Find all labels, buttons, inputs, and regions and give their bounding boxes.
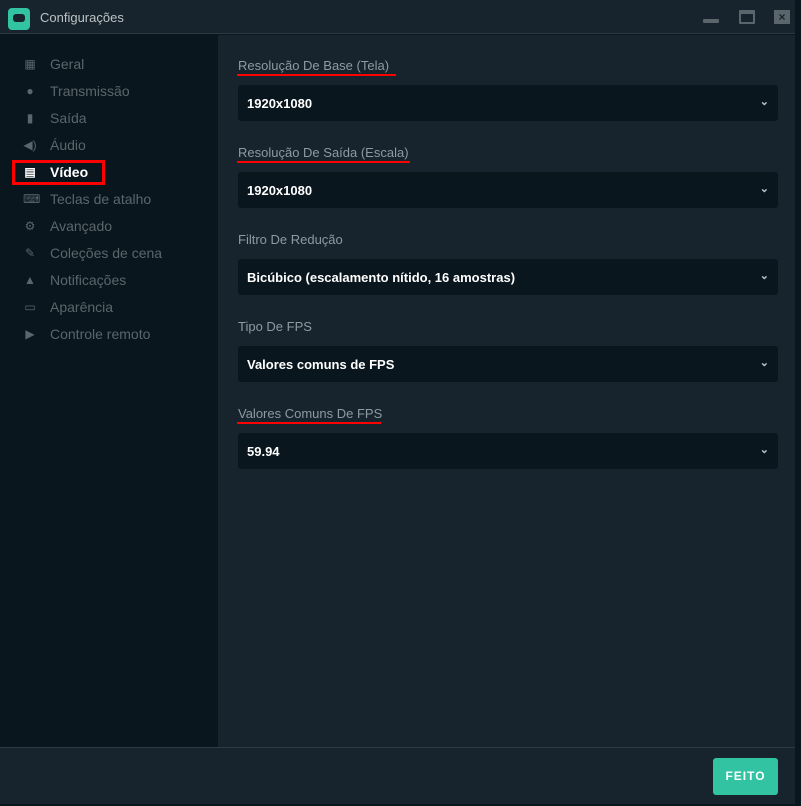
annotation-underline <box>237 161 410 163</box>
select-value: Bicúbico (escalamento nítido, 16 amostra… <box>247 270 515 285</box>
select-value: Valores comuns de FPS <box>247 357 394 372</box>
sidebar-item-notificacoes[interactable]: ▲ Notificações <box>0 267 218 293</box>
footer <box>0 747 795 804</box>
sidebar-item-colecoes-de-cena[interactable]: ✎ Coleções de cena <box>0 240 218 266</box>
sidebar-item-label: Áudio <box>50 137 86 153</box>
field-select[interactable]: Bicúbico (escalamento nítido, 16 amostra… <box>238 259 778 295</box>
field-label: Filtro De Redução <box>238 232 343 247</box>
sidebar-item-label: Aparência <box>50 299 113 315</box>
sidebar-item-avancado[interactable]: ⚙ Avançado <box>0 213 218 239</box>
field-select[interactable]: 1920x1080 ⌄ <box>238 172 778 208</box>
sidebar-item-aparencia[interactable]: ▭ Aparência <box>0 294 218 320</box>
window-title: Configurações <box>40 10 124 25</box>
warning-icon: ▲ <box>23 273 37 287</box>
maximize-button[interactable] <box>739 10 755 24</box>
chevron-down-icon: ⌄ <box>760 95 769 108</box>
sidebar-item-label: Controle remoto <box>50 326 150 342</box>
sidebar-item-label: Avançado <box>50 218 112 234</box>
field-select[interactable]: 59.94 ⌄ <box>238 433 778 469</box>
sidebar-item-geral[interactable]: ▦ Geral <box>0 51 218 77</box>
chevron-down-icon: ⌄ <box>760 356 769 369</box>
sidebar-item-teclas-de-atalho[interactable]: ⌨ Teclas de atalho <box>0 186 218 212</box>
globe-icon: ● <box>23 84 37 98</box>
chevron-down-icon: ⌄ <box>760 182 769 195</box>
grid-icon: ▦ <box>23 57 37 71</box>
speaker-icon: ◀) <box>23 138 37 152</box>
background-edge <box>795 0 801 806</box>
annotation-underline <box>237 74 396 76</box>
gears-icon: ⚙ <box>23 219 37 233</box>
select-value: 1920x1080 <box>247 183 312 198</box>
sidebar-item-label: Saída <box>50 110 87 126</box>
field-label: Resolução De Base (Tela) <box>238 58 389 73</box>
sidebar-item-saida[interactable]: ▮ Saída <box>0 105 218 131</box>
sidebar-item-label: Transmissão <box>50 83 130 99</box>
field-select[interactable]: Valores comuns de FPS ⌄ <box>238 346 778 382</box>
minimize-button[interactable] <box>703 19 719 23</box>
field-label: Tipo De FPS <box>238 319 312 334</box>
sidebar-item-transmissao[interactable]: ● Transmissão <box>0 78 218 104</box>
select-value: 59.94 <box>247 444 280 459</box>
chevron-down-icon: ⌄ <box>760 269 769 282</box>
annotation-highlight-box <box>12 160 105 185</box>
sidebar-item-label: Notificações <box>50 272 126 288</box>
magic-icon: ✎ <box>23 246 37 260</box>
sidebar-item-label: Geral <box>50 56 84 72</box>
annotation-underline <box>237 422 381 424</box>
field-label: Valores Comuns De FPS <box>238 406 382 421</box>
chip-icon: ▮ <box>23 111 37 125</box>
settings-content <box>218 35 795 747</box>
play-circle-icon: ▶ <box>23 327 37 341</box>
monitor-icon: ▭ <box>23 300 37 314</box>
settings-sidebar: ▦Geral●Transmissão▮Saída◀)Áudio▤Vídeo⌨Te… <box>0 35 218 747</box>
sidebar-item-controle-remoto[interactable]: ▶ Controle remoto <box>0 321 218 347</box>
sidebar-item-audio[interactable]: ◀) Áudio <box>0 132 218 158</box>
field-label: Resolução De Saída (Escala) <box>238 145 409 160</box>
sidebar-item-label: Teclas de atalho <box>50 191 151 207</box>
app-logo-icon <box>8 8 30 30</box>
keyboard-icon: ⌨ <box>23 192 37 206</box>
title-bar: Configurações × <box>0 0 795 34</box>
done-button[interactable]: FEITO <box>713 758 778 795</box>
chevron-down-icon: ⌄ <box>760 443 769 456</box>
close-button[interactable]: × <box>774 10 790 24</box>
sidebar-item-label: Coleções de cena <box>50 245 162 261</box>
select-value: 1920x1080 <box>247 96 312 111</box>
field-select[interactable]: 1920x1080 ⌄ <box>238 85 778 121</box>
